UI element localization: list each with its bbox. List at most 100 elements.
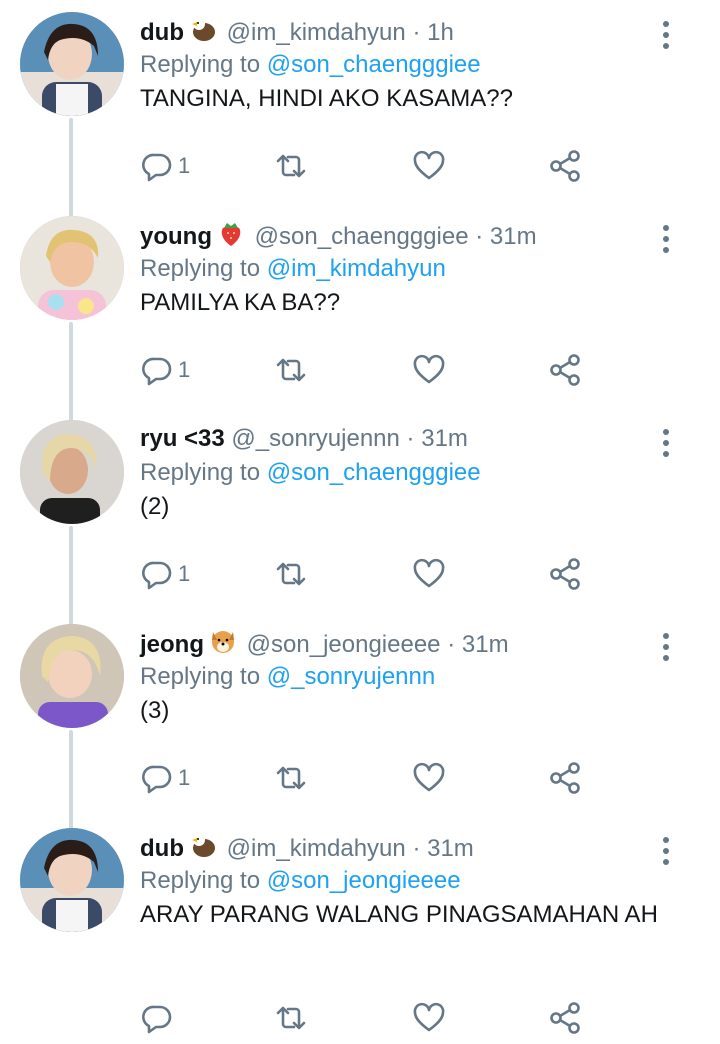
mention-link[interactable]: @_sonryujennn: [267, 663, 435, 690]
mention-link[interactable]: @son_chaengggiee: [267, 459, 481, 486]
more-options-icon[interactable]: [654, 834, 678, 868]
replying-to: Replying to @son_chaengggiee: [140, 48, 481, 82]
display-name[interactable]: jeong: [140, 631, 204, 658]
mention-link[interactable]: @im_kimdahyun: [267, 255, 446, 282]
avatar[interactable]: [20, 12, 124, 116]
replying-to-label: Replying to: [140, 867, 261, 894]
more-options-icon[interactable]: [654, 18, 678, 52]
timestamp[interactable]: 31m: [462, 631, 509, 658]
share-button[interactable]: [548, 554, 582, 594]
timestamp[interactable]: 31m: [490, 223, 537, 250]
retweet-button[interactable]: [274, 758, 308, 798]
reply-count: 1: [178, 357, 191, 382]
share-button[interactable]: [548, 350, 582, 390]
display-name[interactable]: young: [140, 223, 212, 250]
tweet[interactable]: dub @im_kimdahyun · 31m Replying to @son…: [0, 816, 720, 1044]
like-button[interactable]: [412, 146, 446, 186]
tweet[interactable]: jeong @son_jeongieeee · 31m Replying to …: [0, 612, 720, 816]
user-handle[interactable]: @im_kimdahyun: [227, 835, 406, 862]
reply-button[interactable]: [140, 998, 178, 1038]
replying-to-label: Replying to: [140, 255, 261, 282]
tweet-text: (2): [140, 493, 170, 520]
reply-button[interactable]: 1: [140, 554, 190, 594]
dot-separator: ·: [406, 425, 415, 452]
reply-count: 1: [178, 765, 191, 790]
more-options-icon[interactable]: [654, 426, 678, 460]
heart-icon: [413, 150, 445, 180]
tweet[interactable]: dub @im_kimdahyun · 1h Replying to @son_…: [0, 0, 720, 204]
share-icon: [550, 558, 580, 590]
share-button[interactable]: [548, 758, 582, 798]
reply-icon: [142, 561, 172, 590]
tweet-text: (3): [140, 697, 170, 724]
dot-separator: ·: [447, 631, 456, 658]
retweet-icon: [276, 358, 306, 382]
tweet-header: ryu <33 @_sonryujennn · 31m: [140, 422, 468, 456]
retweet-button[interactable]: [274, 998, 308, 1038]
tweet-text: TANGINA, HINDI AKO KASAMA??: [140, 85, 513, 112]
strawberry-emoji: [216, 218, 246, 248]
user-handle[interactable]: @son_chaengggiee: [255, 223, 469, 250]
retweet-button[interactable]: [274, 146, 308, 186]
retweet-button[interactable]: [274, 350, 308, 390]
retweet-icon: [276, 562, 306, 586]
display-name[interactable]: dub: [140, 835, 184, 862]
action-bar: [140, 998, 600, 1038]
timestamp[interactable]: 1h: [427, 19, 454, 46]
like-button[interactable]: [412, 998, 446, 1038]
avatar[interactable]: [20, 420, 124, 524]
display-name[interactable]: dub: [140, 19, 184, 46]
user-handle[interactable]: @im_kimdahyun: [227, 19, 406, 46]
timestamp[interactable]: 31m: [421, 425, 468, 452]
action-bar: 1: [140, 146, 600, 186]
heart-icon: [413, 762, 445, 792]
display-name[interactable]: ryu <33: [140, 425, 225, 452]
dog-emoji: [208, 626, 238, 656]
avatar[interactable]: [20, 828, 124, 932]
share-button[interactable]: [548, 146, 582, 186]
replying-to: Replying to @son_jeongieeee: [140, 864, 461, 898]
replying-to-label: Replying to: [140, 51, 261, 78]
tweet-header: dub @im_kimdahyun · 31m: [140, 830, 474, 866]
like-button[interactable]: [412, 350, 446, 390]
like-button[interactable]: [412, 554, 446, 594]
retweet-icon: [276, 1006, 306, 1030]
avatar[interactable]: [20, 624, 124, 728]
share-button[interactable]: [548, 998, 582, 1038]
reply-button[interactable]: 1: [140, 146, 190, 186]
like-button[interactable]: [412, 758, 446, 798]
heart-icon: [413, 354, 445, 384]
tweet-header: jeong @son_jeongieeee · 31m: [140, 626, 509, 662]
reply-icon: [142, 357, 172, 386]
dot-separator: ·: [412, 835, 421, 862]
avatar[interactable]: [20, 216, 124, 320]
dot-separator: ·: [412, 19, 421, 46]
heart-icon: [413, 558, 445, 588]
more-options-icon[interactable]: [654, 222, 678, 256]
heart-icon: [413, 1002, 445, 1032]
action-bar: 1: [140, 554, 600, 594]
reply-thread: dub @im_kimdahyun · 1h Replying to @son_…: [0, 0, 720, 1044]
retweet-button[interactable]: [274, 554, 308, 594]
replying-to: Replying to @son_chaengggiee: [140, 456, 481, 490]
timestamp[interactable]: 31m: [427, 835, 474, 862]
action-bar: 1: [140, 350, 600, 390]
reply-count: 1: [178, 561, 191, 586]
mention-link[interactable]: @son_jeongieeee: [267, 867, 461, 894]
share-icon: [550, 1002, 580, 1034]
reply-icon: [142, 153, 172, 182]
eagle-emoji: [188, 830, 218, 860]
share-icon: [550, 354, 580, 386]
replying-to-label: Replying to: [140, 663, 261, 690]
share-icon: [550, 762, 580, 794]
more-options-icon[interactable]: [654, 630, 678, 664]
mention-link[interactable]: @son_chaengggiee: [267, 51, 481, 78]
reply-button[interactable]: 1: [140, 350, 190, 390]
user-handle[interactable]: @_sonryujennn: [231, 425, 399, 452]
user-handle[interactable]: @son_jeongieeee: [247, 631, 441, 658]
reply-button[interactable]: 1: [140, 758, 190, 798]
tweet[interactable]: young @son_chaengggiee · 31m Replying to…: [0, 204, 720, 408]
tweet[interactable]: ryu <33 @_sonryujennn · 31m Replying to …: [0, 408, 720, 612]
replying-to-label: Replying to: [140, 459, 261, 486]
share-icon: [550, 150, 580, 182]
